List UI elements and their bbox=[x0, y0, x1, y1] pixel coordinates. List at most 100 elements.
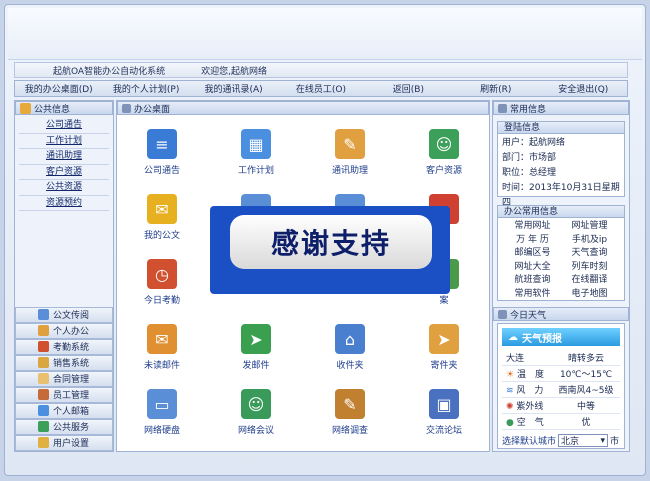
module-personal-office[interactable]: 个人办公 bbox=[15, 322, 113, 339]
sun-icon: ☀ bbox=[506, 370, 517, 380]
module-contracts[interactable]: 合同管理 bbox=[15, 370, 113, 387]
tool-link[interactable]: 电子地图 bbox=[561, 288, 618, 301]
shortcut-label: 发邮件 bbox=[242, 361, 270, 371]
thanks-overlay: 感谢支持 bbox=[210, 206, 450, 294]
public-info-title: 公共信息 bbox=[34, 104, 71, 115]
wind-label: ≋ 风 力 bbox=[506, 386, 544, 396]
desktop-shortcut[interactable]: ✎ 通讯助理 bbox=[305, 121, 395, 181]
shortcut-icon: ✉ bbox=[147, 194, 177, 224]
tool-link[interactable]: 列车时刻 bbox=[561, 261, 618, 274]
air-value: 优 bbox=[581, 418, 591, 428]
city-select[interactable]: 北京 ▾ bbox=[558, 434, 609, 447]
weather-row: ✺ 紫外线 中等 bbox=[502, 398, 620, 414]
tool-link[interactable]: 常用网址 bbox=[504, 220, 561, 233]
shortcut-label: 交流论坛 bbox=[425, 426, 462, 436]
module-label: 公文传阅 bbox=[53, 311, 90, 322]
city-suffix: 市 bbox=[610, 437, 620, 447]
shortcut-icon: ✎ bbox=[335, 129, 365, 159]
module-staff[interactable]: 员工管理 bbox=[15, 386, 113, 403]
nav-online-staff[interactable]: 在线员工(O) bbox=[277, 82, 364, 95]
module-label: 个人邮箱 bbox=[53, 407, 90, 418]
main-nav: 我的办公桌面(D) 我的个人计划(P) 我的通讯录(A) 在线员工(O) 返回(… bbox=[14, 80, 628, 97]
module-label: 用户设置 bbox=[53, 439, 90, 450]
tool-link[interactable]: 航班查询 bbox=[504, 274, 561, 287]
mail-icon bbox=[38, 405, 49, 417]
link-company-notice[interactable]: 公司通告 bbox=[19, 118, 109, 134]
shortcut-icon: ▭ bbox=[147, 389, 177, 419]
module-document-circulation[interactable]: 公文传阅 bbox=[15, 307, 113, 323]
tool-link[interactable]: 万 年 历 bbox=[504, 234, 561, 247]
module-attendance[interactable]: 考勤系统 bbox=[15, 338, 113, 355]
chevron-down-icon: ▾ bbox=[600, 435, 606, 446]
link-comm-assistant[interactable]: 通讯助理 bbox=[19, 149, 109, 165]
shortcut-icon: ➤ bbox=[429, 324, 459, 354]
system-name: 起航OA智能办公自动化系统 bbox=[53, 66, 166, 77]
shortcut-icon: ▣ bbox=[429, 389, 459, 419]
system-bar: 起航OA智能办公自动化系统 欢迎您,起航网络 bbox=[14, 62, 628, 78]
common-info-title: 常用信息 bbox=[510, 104, 547, 115]
module-label: 公共服务 bbox=[53, 423, 90, 434]
temperature-label: ☀ 温 度 bbox=[506, 370, 544, 380]
link-customer-resources[interactable]: 客户资源 bbox=[19, 165, 109, 180]
desktop-shortcut[interactable]: ≡ 公司通告 bbox=[117, 121, 207, 181]
nav-back[interactable]: 返回(B) bbox=[365, 82, 452, 95]
desktop-header: 办公桌面 bbox=[117, 101, 489, 115]
module-sales[interactable]: 销售系统 bbox=[15, 354, 113, 371]
desktop-shortcut[interactable]: ✎ 网络调查 bbox=[305, 381, 395, 441]
shortcut-label: 收件夹 bbox=[336, 361, 364, 371]
nav-personal-plan[interactable]: 我的个人计划(P) bbox=[102, 82, 189, 95]
desktop-shortcut[interactable]: ☺ 客户资源 bbox=[399, 121, 489, 181]
desktop-shortcut[interactable]: ⌂ 收件夹 bbox=[305, 316, 395, 376]
module-mailbox[interactable]: 个人邮箱 bbox=[15, 402, 113, 419]
selected-city: 北京 bbox=[561, 437, 580, 447]
tool-link[interactable]: 天气查询 bbox=[561, 247, 618, 260]
login-info-title: 登陆信息 bbox=[498, 122, 624, 134]
weather-row: ☀ 温 度 10℃～15℃ bbox=[502, 366, 620, 382]
desktop-shortcut[interactable]: ▭ 网络硬盘 bbox=[117, 381, 207, 441]
clock-icon bbox=[38, 341, 49, 353]
uv-icon: ✺ bbox=[506, 402, 517, 412]
desktop-shortcut[interactable]: ☺ 网络会议 bbox=[211, 381, 301, 441]
tool-link[interactable]: 网址管理 bbox=[561, 220, 618, 233]
shortcut-label: 案 bbox=[439, 296, 449, 306]
desktop-shortcut[interactable]: ▦ 工作计划 bbox=[211, 121, 301, 181]
uv-value: 中等 bbox=[576, 402, 595, 412]
module-user-settings[interactable]: 用户设置 bbox=[15, 434, 113, 451]
weather-row: ● 空 气 优 bbox=[502, 414, 620, 430]
weather-row: ≋ 风 力 西南风4~5级 bbox=[502, 382, 620, 398]
module-label: 合同管理 bbox=[53, 375, 90, 386]
person-icon bbox=[38, 325, 49, 337]
module-public-service[interactable]: 公共服务 bbox=[15, 418, 113, 435]
tool-link[interactable]: 常用软件 bbox=[504, 288, 561, 301]
shortcut-icon: ⌂ bbox=[335, 324, 365, 354]
desktop-shortcut[interactable]: ✉ 未读邮件 bbox=[117, 316, 207, 376]
desktop-shortcut[interactable]: ✉ 我的公文 bbox=[117, 186, 207, 246]
nav-refresh[interactable]: 刷新(R) bbox=[452, 82, 539, 95]
shortcut-label: 寄件夹 bbox=[430, 361, 458, 371]
city-selector: 选择默认城市 北京 ▾ 市 bbox=[502, 434, 620, 447]
desktop-shortcut[interactable]: ➤ 寄件夹 bbox=[399, 316, 489, 376]
welcome-text: 欢迎您,起航网络 bbox=[201, 66, 267, 77]
shortcut-label: 公司通告 bbox=[143, 166, 180, 176]
link-resource-booking[interactable]: 资源预约 bbox=[19, 196, 109, 211]
module-label: 个人办公 bbox=[53, 327, 90, 338]
link-work-plan[interactable]: 工作计划 bbox=[19, 134, 109, 149]
office-tools-box: 办公常用信息 常用网址 网址管理万 年 历手机及ip 邮编区号 天气查询 网址大全 列车时… bbox=[497, 205, 625, 301]
temperature-value: 10℃～15℃ bbox=[559, 370, 613, 380]
tool-link[interactable]: 邮编区号 bbox=[504, 247, 561, 260]
desktop-shortcut[interactable]: ◷ 今日考勤 bbox=[117, 251, 207, 311]
office-tools-title: 办公常用信息 bbox=[498, 206, 624, 218]
grid-icon bbox=[498, 309, 507, 319]
tool-link[interactable]: 网址大全 bbox=[504, 261, 561, 274]
weather-banner: ☁ 天气预报 bbox=[502, 328, 620, 346]
nav-desktop[interactable]: 我的办公桌面(D) bbox=[15, 82, 102, 95]
public-info-header[interactable]: 公共信息 bbox=[15, 101, 113, 115]
link-public-resources[interactable]: 公共资源 bbox=[19, 180, 109, 196]
module-list: 公文传阅 个人办公 考勤系统 销售系统 合同管理 员工管理 个人邮箱 公共服务 … bbox=[15, 307, 113, 451]
tool-link[interactable]: 手机及ip bbox=[561, 234, 618, 247]
nav-address-book[interactable]: 我的通讯录(A) bbox=[190, 82, 277, 95]
desktop-shortcut[interactable]: ➤ 发邮件 bbox=[211, 316, 301, 376]
nav-logout[interactable]: 安全退出(Q) bbox=[540, 82, 627, 95]
desktop-shortcut[interactable]: ▣ 交流论坛 bbox=[399, 381, 489, 441]
tool-link[interactable]: 在线翻译 bbox=[561, 274, 618, 287]
